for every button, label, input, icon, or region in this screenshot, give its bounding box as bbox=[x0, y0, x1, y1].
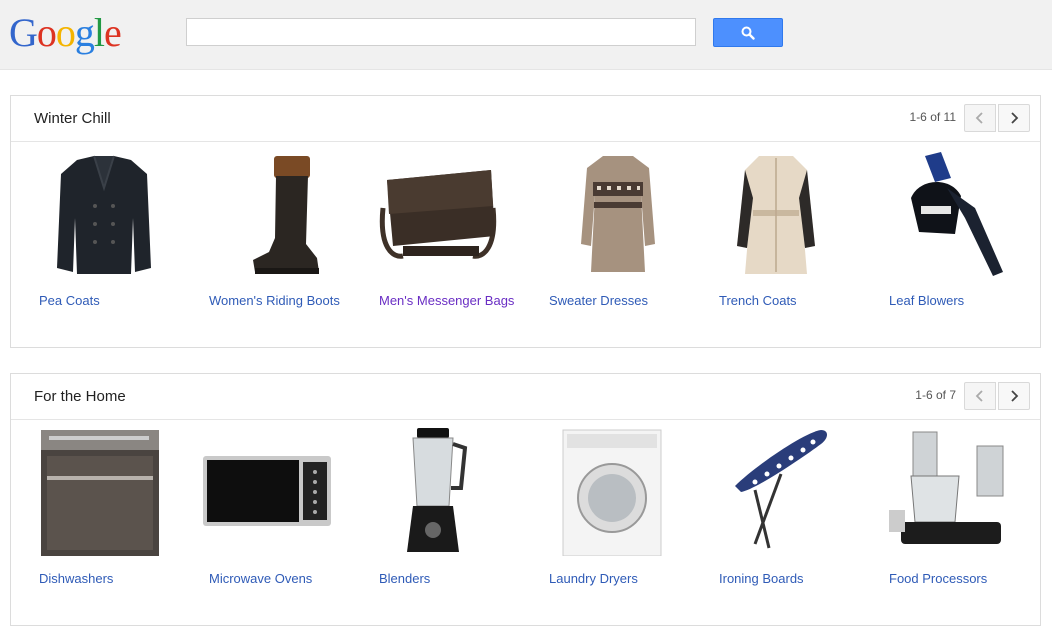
pager-prev-button[interactable] bbox=[964, 382, 996, 410]
item-label[interactable]: Sweater Dresses bbox=[549, 294, 699, 308]
item-label[interactable]: Ironing Boards bbox=[719, 572, 869, 586]
search-button[interactable] bbox=[713, 18, 783, 47]
pea-coat-image[interactable] bbox=[39, 148, 169, 278]
items-row: Pea Coats Women's Riding Boots Men's Mes… bbox=[11, 142, 1040, 347]
section-title: Winter Chill bbox=[34, 110, 111, 127]
section-winter-chill: Winter Chill 1-6 of 11 Pea Coats Women's… bbox=[10, 95, 1041, 348]
search-icon bbox=[741, 26, 755, 40]
item-label[interactable]: Blenders bbox=[379, 572, 529, 586]
search-input[interactable] bbox=[186, 18, 696, 46]
pager-next-button[interactable] bbox=[998, 104, 1030, 132]
chevron-right-icon bbox=[1011, 112, 1019, 124]
section-header: Winter Chill 1-6 of 11 bbox=[11, 96, 1040, 142]
dryer-image[interactable] bbox=[557, 426, 687, 556]
pager-next-button[interactable] bbox=[998, 382, 1030, 410]
trench-coat-image[interactable] bbox=[711, 148, 841, 278]
item-label[interactable]: Trench Coats bbox=[719, 294, 869, 308]
messenger-bag-image[interactable] bbox=[373, 148, 503, 278]
pager-prev-button[interactable] bbox=[964, 104, 996, 132]
ironing-board-image[interactable] bbox=[725, 426, 855, 556]
item-label[interactable]: Microwave Ovens bbox=[209, 572, 359, 586]
riding-boot-image[interactable] bbox=[219, 148, 349, 278]
section-header: For the Home 1-6 of 7 bbox=[11, 374, 1040, 420]
item-label[interactable]: Dishwashers bbox=[39, 572, 189, 586]
items-row: Dishwashers Microwave Ovens Blenders Lau… bbox=[11, 420, 1040, 625]
top-bar: Google bbox=[0, 0, 1052, 70]
sweater-dress-image[interactable] bbox=[553, 148, 683, 278]
pager-count: 1-6 of 11 bbox=[909, 110, 956, 124]
section-title: For the Home bbox=[34, 388, 126, 405]
dishwasher-image[interactable] bbox=[37, 426, 167, 556]
item-label[interactable]: Pea Coats bbox=[39, 294, 189, 308]
item-label[interactable]: Food Processors bbox=[889, 572, 1039, 586]
item-label[interactable]: Women's Riding Boots bbox=[209, 294, 359, 308]
item-label[interactable]: Men's Messenger Bags bbox=[379, 294, 529, 308]
microwave-image[interactable] bbox=[201, 426, 331, 556]
blender-image[interactable] bbox=[369, 426, 499, 556]
chevron-right-icon bbox=[1011, 390, 1019, 402]
chevron-left-icon bbox=[975, 390, 983, 402]
food-processor-image[interactable] bbox=[883, 426, 1013, 556]
pager-count: 1-6 of 7 bbox=[915, 388, 956, 402]
chevron-left-icon bbox=[975, 112, 983, 124]
google-logo[interactable]: Google bbox=[9, 10, 122, 56]
item-label[interactable]: Leaf Blowers bbox=[889, 294, 1039, 308]
section-for-the-home: For the Home 1-6 of 7 Dishwashers Microw… bbox=[10, 373, 1041, 626]
item-label[interactable]: Laundry Dryers bbox=[549, 572, 699, 586]
leaf-blower-image[interactable] bbox=[891, 148, 1021, 278]
